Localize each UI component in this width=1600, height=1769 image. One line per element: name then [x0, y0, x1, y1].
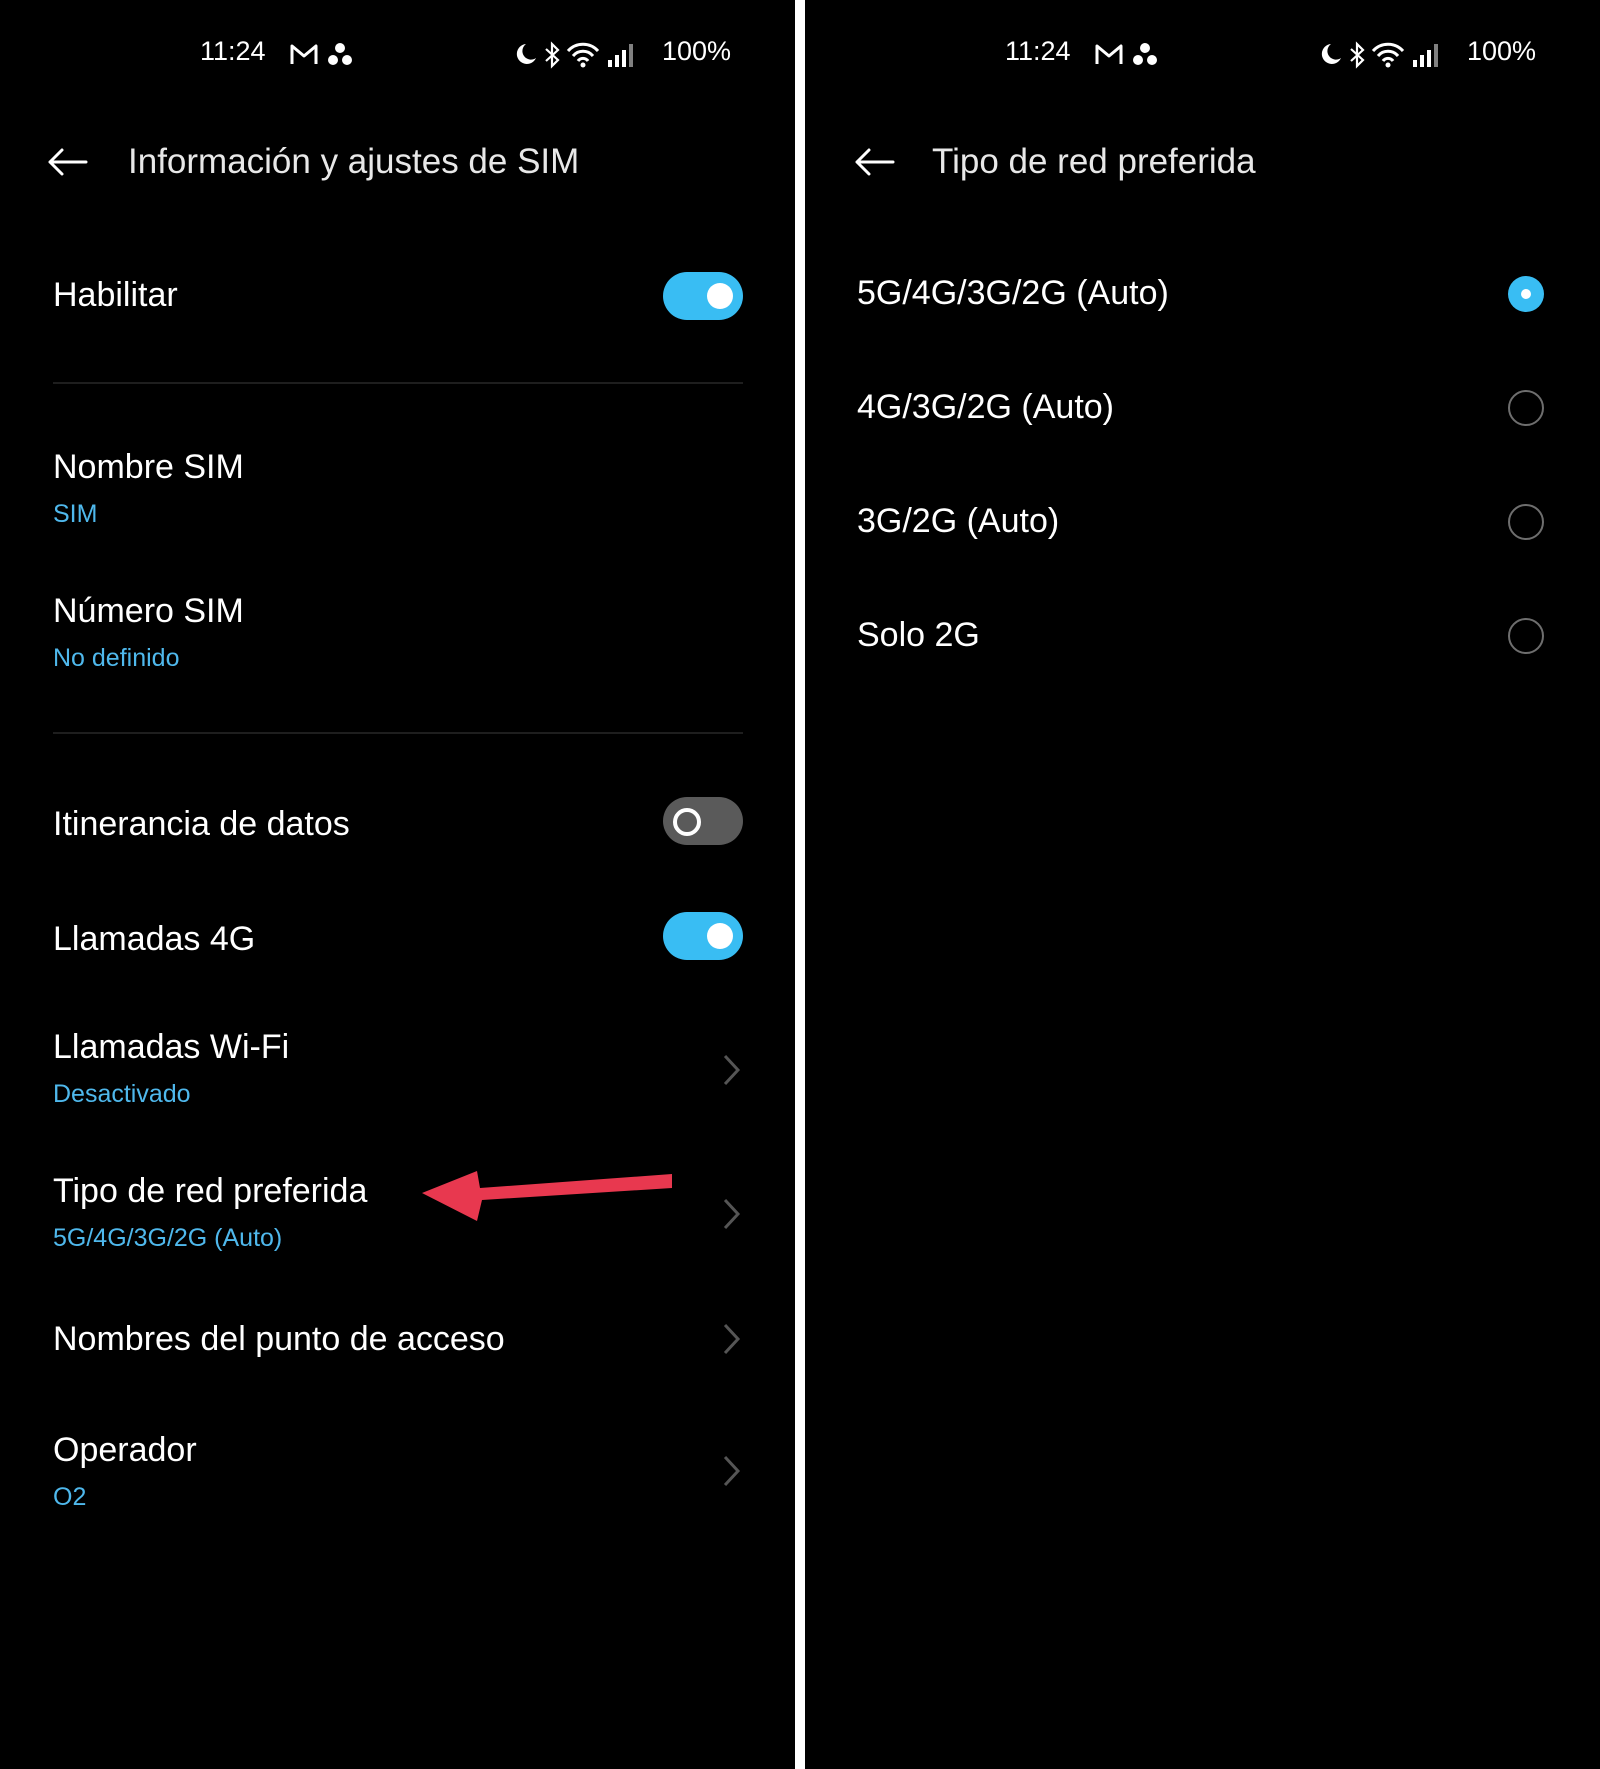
- signal-icon: [1413, 44, 1438, 67]
- row-itinerancia[interactable]: Itinerancia de datos: [0, 795, 795, 865]
- radio-selected[interactable]: [1508, 276, 1544, 312]
- row-value: SIM: [53, 500, 98, 528]
- moon-icon: [516, 44, 536, 64]
- signal-icon: [608, 44, 633, 67]
- toggle-knob: [707, 283, 733, 309]
- gmail-icon: [1095, 44, 1123, 64]
- toggle-knob: [707, 923, 733, 949]
- radio-unselected[interactable]: [1508, 504, 1544, 540]
- sim-settings-screen: 11:24 100% Información y ajustes de SIM …: [0, 0, 795, 1769]
- app-cluster-icon: [328, 43, 352, 65]
- chevron-right-icon: [723, 1198, 741, 1230]
- chevron-right-icon: [723, 1455, 741, 1487]
- row-value: O2: [53, 1483, 87, 1511]
- row-apn[interactable]: Nombres del punto de acceso: [0, 1314, 795, 1384]
- toggle-knob: [673, 808, 701, 836]
- row-label: Tipo de red preferida: [53, 1172, 368, 1210]
- option-label: 5G/4G/3G/2G (Auto): [857, 274, 1169, 312]
- moon-icon: [1321, 44, 1341, 64]
- page-title: Tipo de red preferida: [932, 142, 1256, 181]
- row-llamadas-wifi[interactable]: Llamadas Wi-Fi Desactivado: [0, 1020, 795, 1130]
- status-time: 11:24: [1005, 36, 1071, 66]
- app-bar: Información y ajustes de SIM: [0, 130, 795, 194]
- gmail-icon: [290, 44, 318, 64]
- row-tipo-red[interactable]: Tipo de red preferida 5G/4G/3G/2G (Auto): [0, 1164, 795, 1274]
- option-label: 3G/2G (Auto): [857, 502, 1060, 540]
- row-label: Habilitar: [53, 276, 178, 314]
- row-value: 5G/4G/3G/2G (Auto): [53, 1224, 283, 1252]
- option-label: 4G/3G/2G (Auto): [857, 388, 1114, 426]
- network-type-screen: 11:24 100% Tipo de red preferida 5G/4G/3…: [805, 0, 1600, 1769]
- network-option-4g[interactable]: 4G/3G/2G (Auto): [805, 364, 1600, 454]
- arrow-left-icon: [855, 148, 895, 176]
- divider: [53, 732, 743, 734]
- row-numero-sim[interactable]: Número SIM No definido: [0, 584, 795, 684]
- battery-level: 100%: [662, 36, 732, 66]
- app-cluster-icon: [1133, 43, 1157, 65]
- arrow-left-icon: [48, 148, 88, 176]
- row-habilitar[interactable]: Habilitar: [0, 262, 795, 332]
- row-label: Número SIM: [53, 592, 244, 630]
- wifi-icon: [1371, 42, 1405, 68]
- network-option-3g[interactable]: 3G/2G (Auto): [805, 478, 1600, 568]
- app-bar: Tipo de red preferida: [805, 130, 1600, 194]
- row-value: No definido: [53, 644, 180, 672]
- row-label: Llamadas 4G: [53, 920, 256, 958]
- status-bar: 11:24 100%: [805, 30, 1600, 74]
- row-label: Nombres del punto de acceso: [53, 1320, 505, 1358]
- itinerancia-toggle[interactable]: [663, 797, 743, 845]
- row-label: Llamadas Wi-Fi: [53, 1028, 290, 1066]
- network-option-5g[interactable]: 5G/4G/3G/2G (Auto): [805, 250, 1600, 340]
- row-label: Itinerancia de datos: [53, 805, 350, 843]
- row-value: Desactivado: [53, 1080, 191, 1108]
- back-button[interactable]: [853, 142, 897, 182]
- wifi-icon: [566, 42, 600, 68]
- status-time: 11:24: [200, 36, 266, 66]
- status-bar: 11:24 100%: [0, 30, 795, 74]
- radio-unselected[interactable]: [1508, 618, 1544, 654]
- row-label: Nombre SIM: [53, 448, 244, 486]
- screen-divider: [795, 0, 805, 1769]
- option-label: Solo 2G: [857, 616, 980, 654]
- radio-dot: [1521, 289, 1531, 299]
- chevron-right-icon: [723, 1054, 741, 1086]
- row-operador[interactable]: Operador O2: [0, 1423, 795, 1533]
- row-llamadas-4g[interactable]: Llamadas 4G: [0, 910, 795, 980]
- bluetooth-icon: [545, 41, 560, 69]
- chevron-right-icon: [723, 1323, 741, 1355]
- bluetooth-icon: [1350, 41, 1365, 69]
- back-button[interactable]: [46, 142, 90, 182]
- row-label: Operador: [53, 1431, 197, 1469]
- network-option-2g[interactable]: Solo 2G: [805, 592, 1600, 682]
- row-nombre-sim[interactable]: Nombre SIM SIM: [0, 440, 795, 540]
- llamadas-4g-toggle[interactable]: [663, 912, 743, 960]
- divider: [53, 382, 743, 384]
- battery-level: 100%: [1467, 36, 1537, 66]
- habilitar-toggle[interactable]: [663, 272, 743, 320]
- page-title: Información y ajustes de SIM: [128, 142, 580, 181]
- radio-unselected[interactable]: [1508, 390, 1544, 426]
- annotation-arrow-icon: [422, 1171, 672, 1221]
